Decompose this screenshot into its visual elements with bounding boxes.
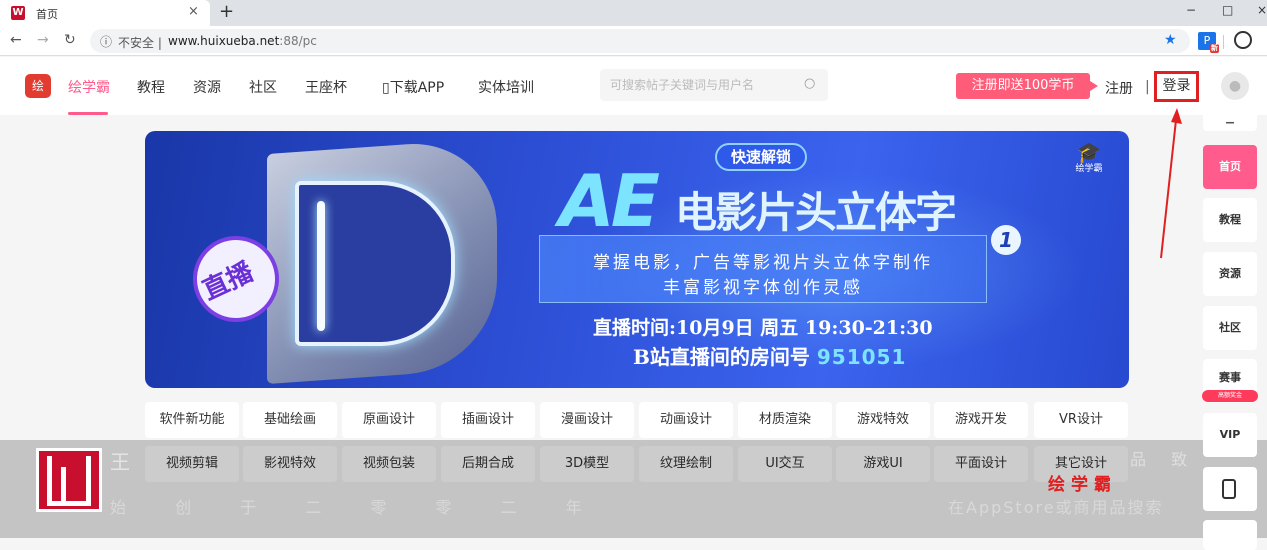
url-field[interactable]: ⓘ 不安全 | www.huixueba.net:88/pc ★ [90, 29, 1190, 53]
new-tab-button[interactable]: + [219, 1, 234, 22]
category-button[interactable]: 游戏特效 [836, 402, 930, 438]
profile-icon[interactable] [1234, 31, 1252, 49]
banner-live-time: 直播时间:10月9日 周五 19:30-21:30 [593, 317, 933, 339]
watermark-right: 品 致 [1130, 450, 1198, 469]
sidebar-item-vip[interactable]: VIP [1203, 413, 1257, 457]
sidebar-item-tutorials[interactable]: 教程 [1203, 198, 1257, 242]
nav-resources[interactable]: 资源 [193, 77, 221, 97]
category-button[interactable]: 材质渲染 [738, 402, 832, 438]
search-icon[interactable]: ○ [804, 76, 815, 91]
tab-title: 首页 [36, 8, 58, 21]
sidebar-item-home[interactable]: 首页 [1203, 145, 1257, 189]
carousel-dots [561, 375, 721, 388]
sidebar-contest-badge: 高额奖金 [1202, 390, 1258, 402]
active-nav-indicator [68, 112, 108, 115]
sidebar-item-mobile[interactable] [1203, 467, 1257, 511]
address-bar: ← → ↻ ⓘ 不安全 | www.huixueba.net:88/pc ★ P… [0, 26, 1267, 56]
nav-home[interactable]: 绘学霸 [68, 77, 110, 97]
register-link[interactable]: 注册 [1105, 78, 1133, 98]
watermark-logo-icon [36, 448, 102, 512]
site-header: 绘 绘学霸 教程 资源 社区 王座杯 ▯下载APP 实体培训 ○ 注册即送100… [0, 57, 1267, 115]
watermark-slogan: 始 创 于 二 零 零 二 年 [110, 498, 604, 517]
category-button[interactable]: 软件新功能 [145, 402, 239, 438]
security-label: 不安全 | [118, 36, 162, 50]
sidebar-item-community[interactable]: 社区 [1203, 306, 1257, 350]
category-button[interactable]: 原画设计 [342, 402, 436, 438]
nav-throne-cup[interactable]: 王座杯 [305, 77, 347, 97]
login-button[interactable]: 登录 [1154, 71, 1199, 102]
watermark-logo-frame [47, 456, 91, 506]
banner-brand-text: 绘学霸 [1075, 164, 1103, 174]
category-button[interactable]: 基础绘画 [243, 402, 337, 438]
room-label: B站直播间的房间号 [633, 345, 810, 369]
sidebar-item-more[interactable] [1203, 520, 1257, 550]
nav-offline-training[interactable]: 实体培训 [478, 77, 534, 97]
nav-tutorials[interactable]: 教程 [137, 77, 165, 97]
category-button[interactable]: 动画设计 [639, 402, 733, 438]
url-path: :88/pc [279, 34, 317, 48]
forward-icon[interactable]: → [37, 32, 49, 48]
category-button[interactable]: 插画设计 [441, 402, 535, 438]
banner-title-ae: AE [559, 159, 660, 243]
category-button[interactable]: 漫画设计 [540, 402, 634, 438]
promo-banner[interactable]: 直播 快速解锁 AE 电影片头立体字 1 掌握电影，广告等影视片头立体字制作 丰… [145, 131, 1129, 388]
phone-icon [1222, 479, 1236, 499]
watermark-brand: 绘学霸 [1048, 475, 1117, 495]
nav-download-app[interactable]: ▯下载APP [382, 77, 444, 97]
minimize-icon[interactable]: − [1186, 3, 1196, 17]
reload-icon[interactable]: ↻ [64, 32, 76, 48]
site-favicon-icon: W [11, 6, 25, 20]
extension-icon[interactable]: P新 [1198, 32, 1219, 53]
category-button[interactable]: 游戏开发 [934, 402, 1028, 438]
banner-desc-line1: 掌握电影，广告等影视片头立体字制作 [593, 253, 933, 273]
header-separator: | [1145, 79, 1150, 95]
banner-desc-line2: 丰富影视字体创作灵感 [663, 278, 863, 298]
room-number: 951051 [816, 345, 907, 369]
banner-badge: 快速解锁 [715, 143, 807, 171]
browser-tab[interactable]: W 首页 × [0, 0, 210, 26]
sidebar-item-resources[interactable]: 资源 [1203, 252, 1257, 296]
neon-tube [317, 201, 325, 331]
search-box: ○ [600, 69, 828, 101]
info-icon[interactable]: ⓘ [100, 33, 112, 50]
banner-room: B站直播间的房间号 951051 [633, 341, 906, 370]
toolbar-divider [1223, 35, 1224, 49]
site-logo-icon[interactable]: 绘 [25, 74, 51, 98]
graduation-cap-icon: 🎓 [1076, 140, 1102, 164]
sidebar-top-cap: ▁ [1203, 113, 1257, 131]
close-tab-icon[interactable]: × [188, 4, 199, 19]
nav-community[interactable]: 社区 [249, 77, 277, 97]
category-button[interactable]: VR设计 [1034, 402, 1128, 438]
episode-number: 1 [991, 225, 1021, 255]
url-text[interactable]: www.huixueba.net:88/pc [168, 34, 317, 48]
annotation-arrow [1160, 108, 1182, 259]
watermark-text: 王 [110, 450, 144, 474]
search-input[interactable] [610, 69, 800, 101]
browser-tab-bar: W 首页 × + − □ × [0, 0, 1267, 26]
watermark-logo-bar [61, 467, 66, 501]
banner-title: 电影片头立体字 [675, 188, 957, 237]
close-window-icon[interactable]: × [1257, 3, 1267, 17]
url-host: www.huixueba.net [168, 34, 280, 48]
bookmark-star-icon[interactable]: ★ [1164, 32, 1177, 48]
avatar[interactable]: ● [1221, 72, 1249, 100]
extension-badge: 新 [1210, 44, 1219, 53]
maximize-icon[interactable]: □ [1222, 3, 1233, 17]
watermark-store: 在AppStore或商用品搜索 [948, 498, 1164, 517]
banner-brand-logo: 🎓 绘学霸 [1071, 140, 1107, 174]
back-icon[interactable]: ← [10, 32, 22, 48]
register-promo-button[interactable]: 注册即送100学币 [956, 73, 1098, 99]
